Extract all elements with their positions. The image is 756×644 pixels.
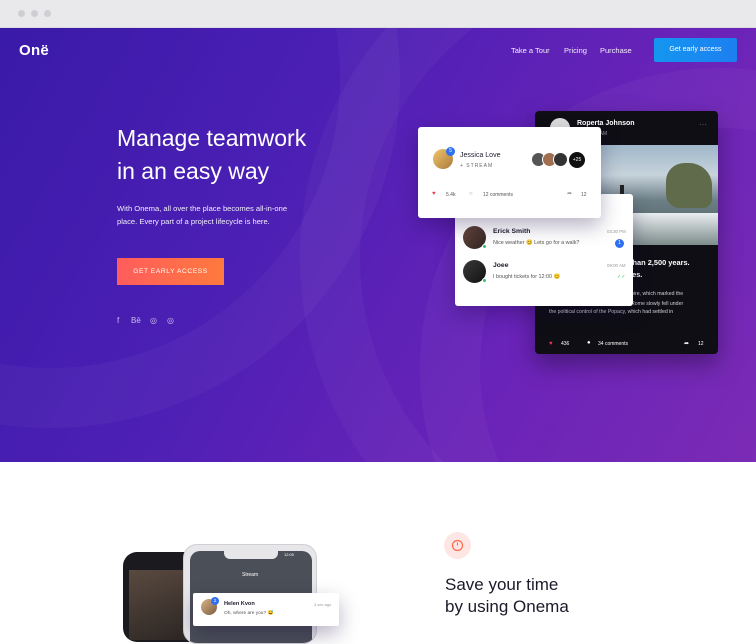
clock-icon xyxy=(451,539,464,552)
hero-description-line: place. Every part of a project lifecycle… xyxy=(117,216,270,226)
nav-pricing[interactable]: Pricing xyxy=(564,46,587,55)
hero-description: With Onema, all over the place becomes a… xyxy=(117,203,322,228)
window-dot[interactable] xyxy=(18,10,25,17)
feature-section: Stream 12:00 2 Helen Kvon Oh, where are … xyxy=(0,462,756,644)
unread-badge: 1 xyxy=(615,239,624,248)
hero-title-line: in an easy way xyxy=(117,158,270,184)
likes-count: 5.4k xyxy=(446,192,456,198)
get-early-access-button[interactable]: Get early access xyxy=(654,38,737,62)
chat-message: I bought tickets for 12:00 😊 xyxy=(493,274,561,280)
post-body: pire, which marked the Rome slowly fell … xyxy=(631,289,683,309)
online-indicator xyxy=(482,278,487,283)
read-check-icon: ✓✓ xyxy=(617,274,626,280)
behance-icon[interactable]: Bē xyxy=(131,316,141,325)
facebook-icon[interactable]: f xyxy=(117,316,119,325)
post-card: 5 Jessica Love + STREAM +25 ♥ 5.4k ○ 12 … xyxy=(418,127,601,218)
notification-message: Oh, where are you? 😅 xyxy=(224,611,274,616)
shares-count: 12 xyxy=(581,192,587,198)
phone-header-title: Stream xyxy=(242,572,259,578)
rock-shape xyxy=(666,163,712,208)
poster-name: Roperta Johnson xyxy=(577,120,635,127)
chat-time: 03:30 PM xyxy=(607,229,626,234)
feature-title-line: by using Onema xyxy=(445,597,569,616)
post-author: Jessica Love xyxy=(460,152,501,159)
heart-icon[interactable]: ♥ xyxy=(432,191,436,197)
more-members-badge[interactable]: +25 xyxy=(569,152,585,168)
notification-badge: 5 xyxy=(446,147,455,156)
member-avatar[interactable] xyxy=(553,152,568,167)
chat-time: 09:00 AM xyxy=(607,263,626,268)
notification-time: 3 sec ago xyxy=(314,602,332,607)
hero-title: Manage teamwork in an easy way xyxy=(117,122,397,188)
shares-count: 12 xyxy=(698,341,704,347)
phone-status-time: 12:00 xyxy=(284,552,295,557)
chat-name: Joee xyxy=(493,262,509,269)
online-indicator xyxy=(482,244,487,249)
hero-cta-button[interactable]: GET EARLY ACCESS xyxy=(117,258,224,285)
chat-message: Nice weather 😊 Lets go for a walk? xyxy=(493,240,580,246)
post-body-line: the political control of the Popacy, whi… xyxy=(549,309,674,315)
window-dot[interactable] xyxy=(44,10,51,17)
comment-icon[interactable]: ○ xyxy=(469,191,473,197)
post-stream-label: + STREAM xyxy=(460,163,494,169)
more-icon[interactable]: ··· xyxy=(699,120,707,129)
hero-section: Onë Take a Tour Pricing Purchase Get ear… xyxy=(0,28,756,462)
hero-title-line: Manage teamwork xyxy=(117,125,307,151)
comments-count[interactable]: 34 comments xyxy=(598,341,628,347)
phone-notch xyxy=(224,551,278,559)
comments-count[interactable]: 12 comments xyxy=(483,192,513,198)
share-icon[interactable]: ➦ xyxy=(567,190,572,197)
browser-toolbar xyxy=(0,0,756,28)
dribbble-icon[interactable]: ◎ xyxy=(150,316,157,325)
heart-icon[interactable]: ♥ xyxy=(549,341,553,347)
phone-notification-card[interactable]: 2 Helen Kvon Oh, where are you? 😅 3 sec … xyxy=(193,593,339,626)
nav-purchase[interactable]: Purchase xyxy=(600,46,632,55)
post-body-line: pire, which marked the xyxy=(631,291,684,297)
feature-title-line: Save your time xyxy=(445,575,559,594)
notification-name: Helen Kvon xyxy=(224,601,255,607)
comment-icon[interactable]: ● xyxy=(587,340,591,346)
instagram-icon[interactable]: ◎ xyxy=(167,316,174,325)
feature-icon-circle xyxy=(444,532,471,559)
post-body-line: Rome slowly fell under xyxy=(631,301,684,307)
window-dot[interactable] xyxy=(31,10,38,17)
likes-count: 436 xyxy=(561,341,570,347)
logo[interactable]: Onë xyxy=(19,42,49,59)
notification-badge: 2 xyxy=(211,597,219,605)
feature-title: Save your time by using Onema xyxy=(445,574,569,618)
hero-description-line: With Onema, all over the place becomes a… xyxy=(117,204,288,213)
nav-take-a-tour[interactable]: Take a Tour xyxy=(511,46,550,55)
chat-name: Erick Smith xyxy=(493,228,531,235)
share-icon[interactable]: ➦ xyxy=(684,340,689,347)
